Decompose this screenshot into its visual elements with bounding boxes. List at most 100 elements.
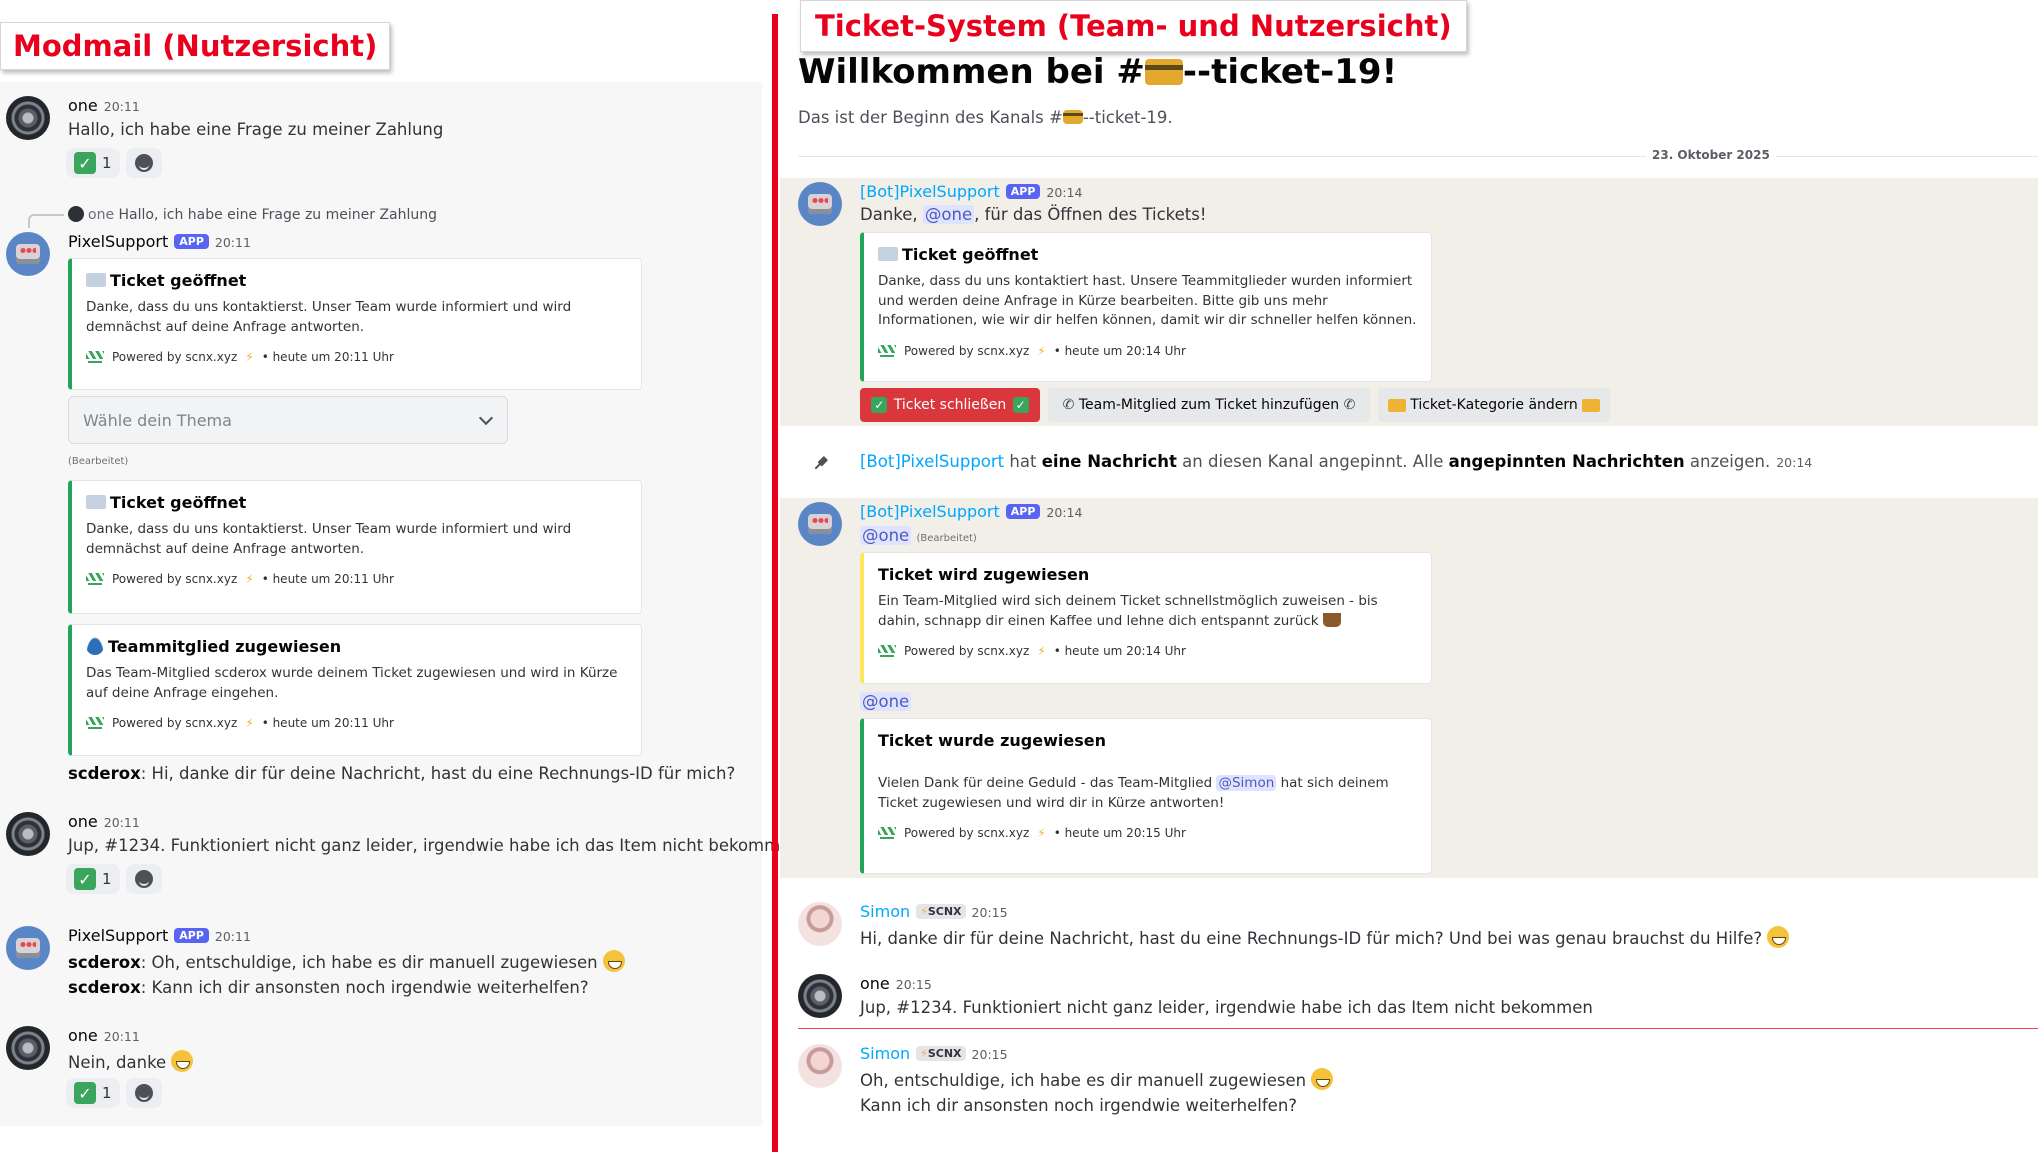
bot-username[interactable]: PixelSupport — [68, 926, 168, 945]
timestamp: 20:15 — [971, 1047, 1008, 1062]
change-category-button[interactable]: Ticket-Kategorie ändern — [1378, 388, 1610, 422]
message-text: Kann ich dir ansonsten noch irgendwie we… — [860, 1096, 1298, 1115]
embed-title: Ticket wurde zugewiesen — [878, 731, 1106, 750]
lightning-icon: ⚡ — [245, 572, 254, 586]
timestamp: 20:11 — [214, 929, 251, 944]
lightning-icon: ⚡ — [1037, 343, 1046, 358]
message-header: Simon ⚡SCNX 20:15 — [860, 1044, 1008, 1063]
bot-avatar[interactable] — [6, 232, 50, 276]
ticket-callout: Ticket-System (Team- und Nutzersicht) — [800, 0, 1467, 52]
reaction-check[interactable]: ✓ 1 — [66, 1078, 120, 1108]
scnx-logo-icon — [878, 643, 896, 659]
phone-icon: ✆ — [1062, 397, 1075, 413]
grin-emoji-icon — [1311, 1068, 1334, 1090]
message-text: Danke, @one, für das Öffnen des Tickets! — [860, 205, 1207, 224]
message-header: [Bot]PixelSupport APP 20:14 — [860, 182, 1082, 201]
lightning-icon: ⚡ — [920, 1047, 928, 1060]
reply-avatar — [68, 206, 84, 222]
embed-team-member-assigned: Teammitglied zugewiesen Das Team-Mitglie… — [68, 624, 642, 756]
add-reaction-icon — [134, 870, 153, 888]
reaction-check[interactable]: ✓ 1 — [66, 864, 120, 894]
embed-title: Ticket wird zugewiesen — [878, 565, 1090, 584]
embed-description: Vielen Dank für deine Geduld - das Team-… — [878, 775, 1389, 811]
reply-connector — [28, 214, 64, 228]
scnx-logo-icon — [86, 715, 104, 731]
message-header: one 20:11 — [68, 812, 140, 831]
reply-preview[interactable]: one Hallo, ich habe eine Frage zu meiner… — [68, 206, 437, 223]
timestamp: 20:14 — [1046, 505, 1083, 520]
lightning-icon: ⚡ — [920, 905, 928, 918]
username[interactable]: one — [68, 1026, 98, 1045]
bot-username[interactable]: [Bot]PixelSupport — [860, 502, 1000, 521]
edited-label: (Bearbeitet) — [916, 533, 977, 544]
username[interactable]: Simon — [860, 1044, 910, 1063]
embed-description: Danke, dass du uns kontaktiert hast. Uns… — [878, 273, 1417, 328]
embed-ticket-opened: Ticket geöffnet Danke, dass du uns konta… — [860, 232, 1432, 382]
avatar[interactable] — [798, 902, 842, 946]
timestamp: 20:11 — [103, 1029, 140, 1044]
embed-description: Das Team-Mitglied scderox wurde deinem T… — [86, 665, 618, 701]
username[interactable]: one — [68, 812, 98, 831]
bot-username[interactable]: [Bot]PixelSupport — [860, 182, 1000, 201]
staff-message: scderox: Oh, entschuldige, ich habe es d… — [68, 950, 625, 972]
embed-title: Ticket geöffnet — [878, 245, 1417, 264]
scnx-badge: ⚡SCNX — [916, 904, 966, 919]
reaction-count: 1 — [102, 154, 112, 172]
scnx-logo-icon — [878, 343, 896, 359]
pinned-messages-link[interactable]: angepinnten Nachrichten — [1449, 452, 1685, 471]
close-ticket-button[interactable]: ✓ Ticket schließen ✓ — [860, 388, 1040, 422]
avatar[interactable] — [798, 1044, 842, 1088]
select-placeholder: Wähle dein Thema — [83, 410, 232, 430]
message-header: PixelSupport APP 20:11 — [68, 926, 251, 945]
new-messages-divider — [798, 1028, 2038, 1029]
message-text: Jup, #1234. Funktioniert nicht ganz leid… — [860, 998, 1593, 1017]
add-team-member-button[interactable]: ✆ Team-Mitglied zum Ticket hinzufügen ✆ — [1048, 388, 1370, 422]
add-reaction-icon — [134, 1084, 153, 1102]
embed-title: Ticket geöffnet — [86, 493, 627, 512]
check-emoji-icon: ✓ — [74, 868, 96, 890]
username[interactable]: one — [860, 974, 890, 993]
message-header: one 20:11 — [68, 96, 140, 115]
embed-description: Danke, dass du uns kontaktierst. Unser T… — [86, 299, 572, 335]
staff-message: scderox: Hi, danke dir für deine Nachric… — [68, 764, 736, 783]
add-reaction-button[interactable] — [125, 1078, 162, 1108]
pin-author[interactable]: [Bot]PixelSupport — [860, 452, 1004, 471]
channel-welcome-title: Willkommen bei # --ticket-19! — [798, 52, 1398, 92]
envelope-icon — [86, 273, 106, 287]
app-badge: APP — [1005, 184, 1041, 199]
envelope-icon — [86, 495, 106, 509]
bot-avatar[interactable] — [6, 926, 50, 970]
embed-footer: Powered by scnx.xyz ⚡ • heute um 20:11 Uhr — [86, 571, 627, 587]
user-mention[interactable]: @one — [860, 526, 912, 545]
embed-ticket-assigned: Ticket wurde zugewiesen Vielen Dank für … — [860, 718, 1432, 874]
message-text: Hallo, ich habe eine Frage zu meiner Zah… — [68, 120, 444, 139]
check-emoji-icon: ✓ — [74, 152, 96, 174]
bot-avatar[interactable] — [798, 182, 842, 226]
avatar[interactable] — [6, 812, 50, 856]
reaction-bar: ✓ 1 — [66, 864, 162, 894]
user-mention[interactable]: @one — [860, 692, 912, 711]
username[interactable]: one — [68, 96, 98, 115]
topic-select[interactable]: Wähle dein Thema — [68, 396, 508, 444]
embed-description: Danke, dass du uns kontaktierst. Unser T… — [86, 521, 572, 557]
pin-icon — [811, 453, 831, 473]
username[interactable]: Simon — [860, 902, 910, 921]
add-reaction-button[interactable] — [125, 864, 162, 894]
avatar[interactable] — [798, 974, 842, 1018]
pinned-message-link[interactable]: eine Nachricht — [1042, 452, 1177, 471]
user-mention[interactable]: @Simon — [1216, 775, 1277, 791]
check-emoji-icon: ✓ — [74, 1082, 96, 1104]
bot-avatar[interactable] — [798, 502, 842, 546]
user-mention[interactable]: @one — [922, 205, 975, 224]
avatar[interactable] — [6, 96, 50, 140]
add-reaction-button[interactable] — [125, 148, 162, 178]
embed-ticket-opened: Ticket geöffnet Danke, dass du uns konta… — [68, 480, 642, 614]
timestamp: 20:11 — [214, 235, 251, 250]
avatar[interactable] — [6, 1026, 50, 1070]
edited-label: (Bearbeitet) — [68, 456, 129, 467]
pin-notice: [Bot]PixelSupport hat eine Nachricht an … — [860, 452, 1813, 471]
bot-username[interactable]: PixelSupport — [68, 232, 168, 251]
message-text: Jup, #1234. Funktioniert nicht ganz leid… — [68, 836, 801, 855]
message-text: Nein, danke — [68, 1050, 194, 1072]
reaction-check[interactable]: ✓ 1 — [66, 148, 120, 178]
